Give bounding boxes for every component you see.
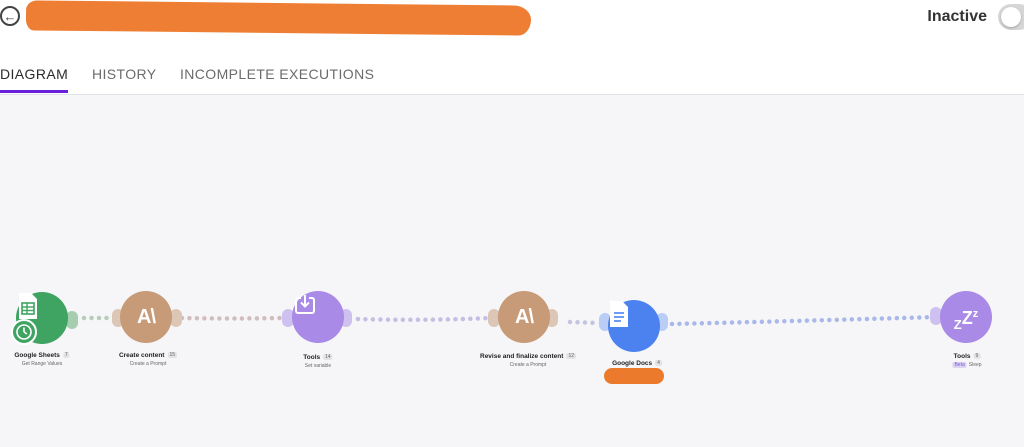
module-tools-set-variable[interactable] <box>292 291 344 343</box>
tab-incomplete-executions[interactable]: INCOMPLETE EXECUTIONS <box>180 66 374 92</box>
anthropic-icon: A\ <box>515 305 534 328</box>
module-subtitle: Get Range Values <box>21 361 63 367</box>
module-count-badge: 9 <box>973 353 981 360</box>
back-arrow-icon[interactable]: ← <box>0 6 20 26</box>
sleep-zz-icon: ZZz <box>953 308 979 332</box>
module-count-badge: 14 <box>323 354 333 361</box>
module-subtitle: Beta Sleep <box>952 362 982 368</box>
module-name: Google Sheets <box>14 352 60 359</box>
module-subtitle: Set variable <box>304 363 332 369</box>
module-subtitle-text: Sleep <box>968 362 982 368</box>
module-google-docs[interactable] <box>608 300 660 352</box>
module-name: Create content <box>118 352 165 359</box>
module-label: Google Docs 4 <box>612 360 662 367</box>
tab-diagram[interactable]: DIAGRAM <box>0 66 69 93</box>
beta-badge: Beta <box>952 362 967 368</box>
module-label: Tools 14 <box>303 354 333 361</box>
schedule-trigger-clock-icon[interactable] <box>11 319 37 345</box>
module-label: Revise and finalize content 12 <box>480 353 576 360</box>
module-count-badge: 4 <box>655 360 662 367</box>
tab-history[interactable]: HISTORY <box>92 66 157 92</box>
diagram-canvas[interactable]: Google Sheets 7 Get Range Values A\ Creat… <box>0 95 1024 447</box>
docs-subtitle-redacted <box>604 368 664 384</box>
connector-tools-to-revise[interactable] <box>355 315 493 323</box>
module-create-content[interactable]: A\ <box>120 291 172 343</box>
module-tools-sleep[interactable]: ZZz <box>940 291 992 343</box>
tab-bar: DIAGRAM HISTORY INCOMPLETE EXECUTIONS <box>0 58 1024 95</box>
download-box-icon <box>295 295 315 314</box>
module-name: Revise and finalize content <box>480 353 564 360</box>
module-label: Google Sheets 7 <box>14 352 70 359</box>
spreadsheet-icon <box>19 293 37 319</box>
status-label: Inactive <box>927 8 987 25</box>
clock-icon <box>16 324 32 340</box>
connector-revise-to-docs[interactable] <box>567 319 601 326</box>
connector-create-content-to-tools[interactable] <box>179 315 283 321</box>
top-bar: ← Inactive <box>0 0 1024 36</box>
activation-toggle[interactable] <box>998 4 1024 30</box>
scenario-title-redacted <box>25 0 532 36</box>
connector-docs-to-sleep[interactable] <box>669 314 939 327</box>
module-name: Google Docs <box>612 360 653 367</box>
module-revise-finalize-content[interactable]: A\ <box>498 291 550 343</box>
module-name: Tools <box>953 353 971 360</box>
module-label: Tools 9 <box>954 353 981 360</box>
module-label: Create content 15 <box>118 352 178 359</box>
module-subtitle: Create a Prompt <box>129 361 167 367</box>
document-icon <box>610 301 628 327</box>
module-count-badge: 7 <box>62 352 70 359</box>
module-count-badge: 12 <box>566 353 576 360</box>
module-count-badge: 15 <box>167 352 178 359</box>
connection-lines <box>81 314 939 327</box>
module-subtitle: Create a Prompt <box>509 362 547 368</box>
anthropic-icon: A\ <box>137 305 156 328</box>
toggle-knob <box>1001 7 1021 27</box>
module-name: Tools <box>303 354 321 361</box>
